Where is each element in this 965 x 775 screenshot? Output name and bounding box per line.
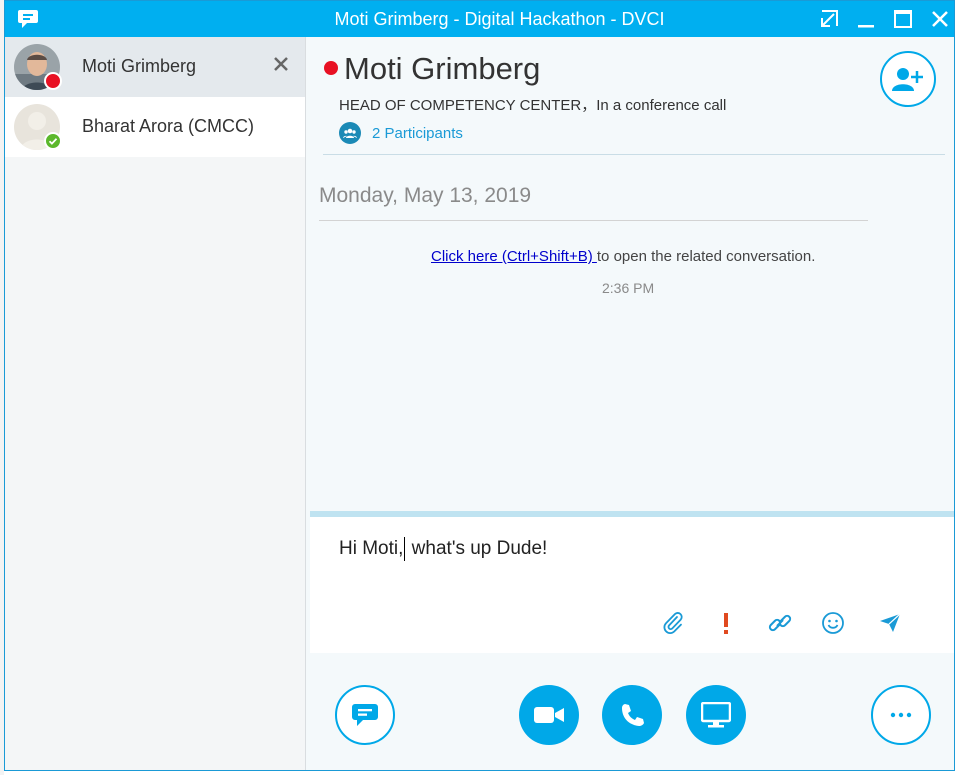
link-icon[interactable] [766,609,794,637]
input-text-after-caret: what's up Dude! [406,538,548,560]
conversation-list: Moti Grimberg Bharat Arora (CMCC) [5,37,306,770]
header-divider [323,154,945,155]
add-people-button[interactable] [880,51,936,107]
close-icon[interactable] [927,7,953,31]
send-icon[interactable] [876,609,904,637]
contact-name[interactable]: Moti Grimberg [344,51,540,87]
window-title: Moti Grimberg - Digital Hackathon - DVCI [334,9,665,29]
busy-status-icon [324,61,338,75]
attach-file-icon[interactable] [659,609,687,637]
minimize-icon[interactable] [853,7,879,31]
date-divider [319,220,868,221]
monitor-icon [701,702,731,728]
maximize-icon[interactable] [890,7,916,31]
conversation-item-moti[interactable]: Moti Grimberg [5,37,305,97]
system-message: Click here (Ctrl+Shift+B) to open the re… [431,248,815,265]
message-timestamp: 2:36 PM [602,280,655,296]
title-bar[interactable]: Moti Grimberg - Digital Hackathon - DVCI [5,1,954,37]
high-importance-icon[interactable] [712,609,740,637]
emoticon-icon[interactable] [819,609,847,637]
contact-subtitle: HEAD OF COMPETENCY CENTER，In a conferenc… [339,97,727,114]
related-conversation-link[interactable]: Click here (Ctrl+Shift+B) [431,248,597,265]
call-controls [306,653,954,770]
message-input[interactable]: Hi Moti, what's up Dude! [310,517,954,653]
input-text-before-caret: Hi Moti, [339,538,404,560]
conversation-name: Bharat Arora (CMCC) [82,116,255,136]
participants-button[interactable]: 2 Participants [339,121,463,145]
add-person-icon [892,68,923,91]
video-call-button[interactable] [519,685,579,745]
participants-label: 2 Participants [372,124,463,142]
participants-icon [339,122,361,144]
conversation-pane: Moti Grimberg HEAD OF COMPETENCY CENTER，… [306,37,954,770]
phone-icon [622,704,644,726]
popout-icon[interactable] [816,7,842,31]
date-separator: Monday, May 13, 2019 [319,184,532,207]
video-camera-icon [534,707,564,723]
im-button[interactable] [335,685,395,745]
busy-presence-icon [44,72,62,90]
system-message-text: to open the related conversation. [596,248,816,265]
conversation-window: Moti Grimberg - Digital Hackathon - DVCI [4,0,955,771]
conversation-name: Moti Grimberg [82,56,197,76]
message-input-text[interactable]: Hi Moti, what's up Dude! [339,537,547,561]
conversation-item-bharat[interactable]: Bharat Arora (CMCC) [5,97,305,157]
more-options-button[interactable] [871,685,931,745]
background-app-strip-right [955,0,965,775]
audio-call-button[interactable] [602,685,662,745]
available-presence-icon [44,132,62,150]
close-conversation-icon[interactable] [271,54,291,74]
share-screen-button[interactable] [686,685,746,745]
more-icon [890,712,912,718]
chat-bubble-icon [352,704,378,726]
